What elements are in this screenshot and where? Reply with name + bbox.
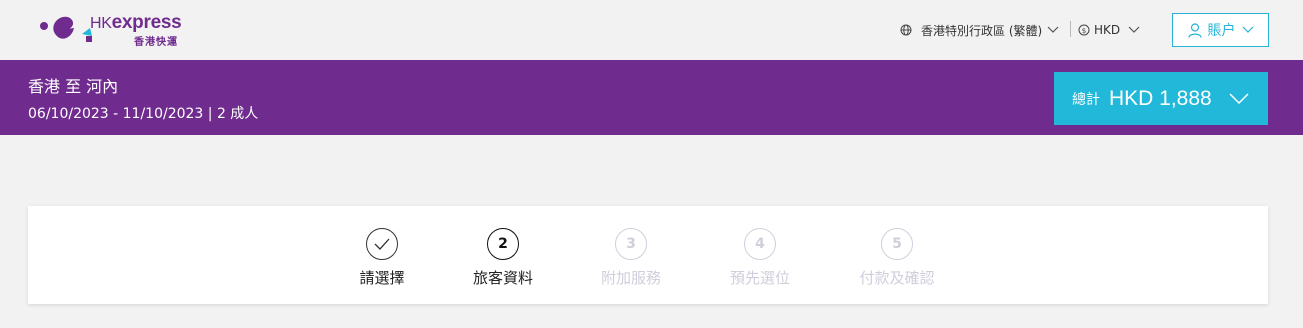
step-label: 附加服務	[600, 269, 661, 287]
total-label: 總計	[1072, 91, 1100, 108]
step-marker: 4	[744, 228, 776, 260]
chevron-down-icon	[1229, 93, 1249, 104]
chevron-down-icon	[1047, 26, 1059, 33]
header-divider	[1070, 21, 1071, 37]
account-label: 賬户	[1207, 23, 1236, 39]
user-icon	[1187, 22, 1202, 38]
step-marker: 2	[487, 228, 519, 260]
account-button[interactable]: 賬户	[1172, 13, 1269, 47]
step-marker: 5	[881, 228, 913, 260]
currency-label: HKD	[1094, 23, 1121, 37]
total-price-button[interactable]: 總計 HKD 1,888	[1054, 72, 1268, 125]
step-seat-selection: 4 預先選位	[700, 228, 820, 288]
trip-route: 香港 至 河內	[28, 77, 119, 96]
region-label: 香港特別行政區 (繁體)	[921, 23, 1043, 38]
step-label: 付款及確認	[859, 269, 935, 287]
checkmark-icon	[374, 238, 390, 250]
step-payment: 5 付款及確認	[837, 228, 957, 288]
chevron-down-icon	[1128, 26, 1140, 33]
step-add-ons: 3 附加服務	[571, 228, 691, 288]
hkexpress-logo[interactable]: HKexpress 香港快運	[38, 10, 203, 50]
globe-icon	[900, 24, 912, 36]
logo-subtitle: 香港快運	[134, 37, 178, 48]
step-marker: 3	[615, 228, 647, 260]
booking-progress-card: 請選擇 2 旅客資料 3 附加服務 4 預先選位 5 付款及確認	[28, 206, 1268, 304]
top-header: HKexpress 香港快運 香港特別行政區 (繁體) $ HKD 賬户	[0, 0, 1303, 60]
trip-dates-passengers: 06/10/2023 - 11/10/2023 | 2 成人	[28, 106, 259, 122]
step-label: 請選擇	[359, 269, 405, 287]
region-selector[interactable]: 香港特別行政區 (繁體)	[900, 21, 1059, 39]
logo-mark-icon	[40, 16, 92, 42]
currency-selector[interactable]: $ HKD	[1078, 21, 1140, 39]
step-label: 旅客資料	[472, 269, 533, 287]
svg-text:$: $	[1082, 27, 1086, 35]
step-select[interactable]: 請選擇	[322, 228, 442, 288]
total-amount: HKD 1,888	[1109, 86, 1212, 110]
step-passenger-details[interactable]: 2 旅客資料	[443, 228, 563, 288]
trip-summary-bar: 香港 至 河內 06/10/2023 - 11/10/2023 | 2 成人 總…	[0, 60, 1303, 135]
chevron-down-icon	[1242, 26, 1253, 33]
step-marker	[366, 228, 398, 260]
step-label: 預先選位	[729, 269, 790, 287]
coin-icon: $	[1078, 24, 1090, 36]
logo-wordmark: HKexpress	[90, 12, 182, 33]
